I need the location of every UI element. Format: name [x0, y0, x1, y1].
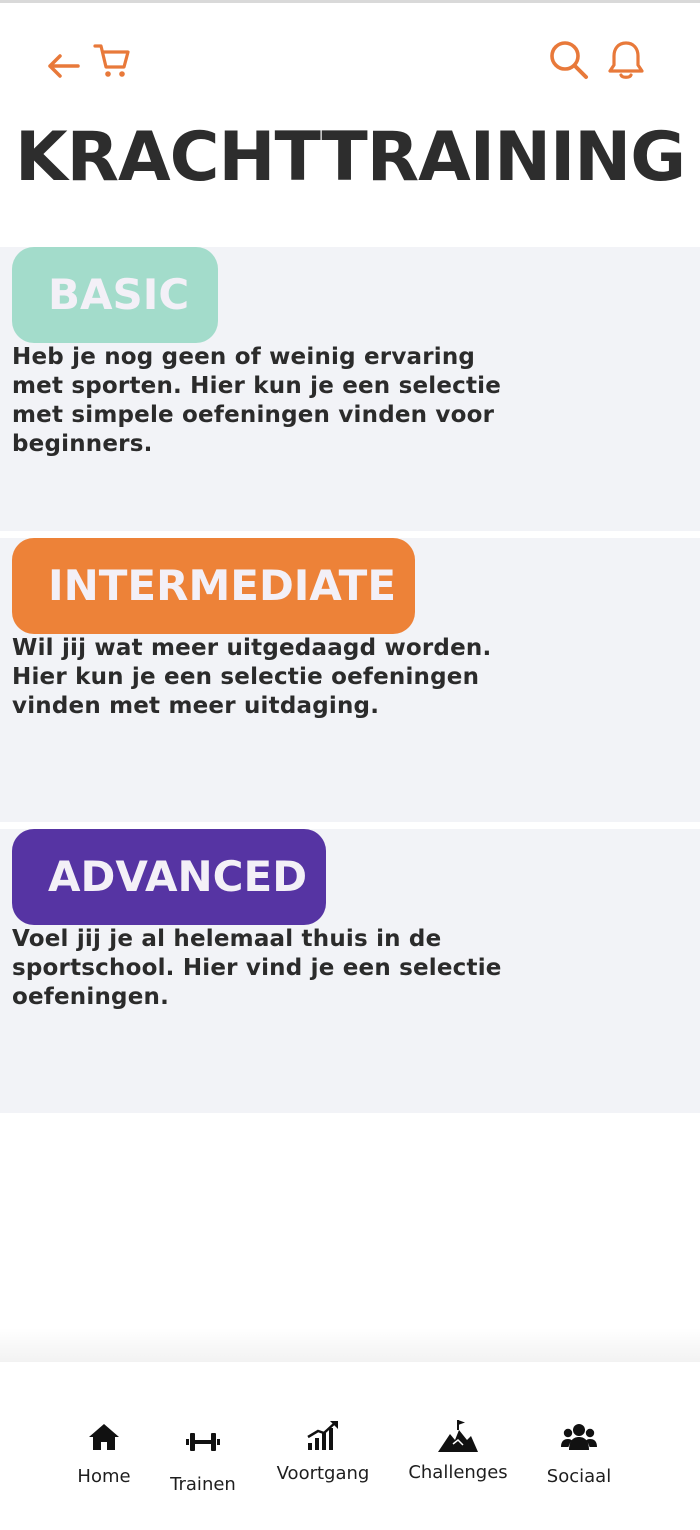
nav-item-trainen[interactable]: Trainen — [164, 1418, 242, 1495]
page-title: KRACHTTRAINING — [14, 118, 686, 197]
dumbbell-icon — [164, 1430, 242, 1466]
bottom-nav: Home Trainen Voortgang Challenges Sociaa… — [0, 1362, 700, 1530]
nav-shadow — [0, 1328, 700, 1362]
level-card-intermediate[interactable]: INTERMEDIATE Wil jij wat meer uitgedaagd… — [0, 538, 700, 822]
search-icon[interactable] — [548, 39, 590, 81]
level-card-basic[interactable]: BASIC Heb je nog geen of weinig ervaring… — [0, 247, 700, 531]
nav-label-home: Home — [77, 1466, 131, 1487]
nav-item-voortgang[interactable]: Voortgang — [270, 1418, 376, 1484]
arrow-left-icon[interactable] — [46, 53, 80, 79]
level-description-intermediate: Wil jij wat meer uitgedaagd worden. Hier… — [12, 635, 492, 719]
nav-label-voortgang: Voortgang — [276, 1463, 370, 1484]
bell-icon[interactable] — [607, 39, 645, 81]
level-card-advanced[interactable]: ADVANCED Voel jij je al helemaal thuis i… — [0, 829, 700, 1113]
level-badge-advanced[interactable]: ADVANCED — [12, 829, 326, 925]
top-bar — [0, 3, 700, 103]
mountain-flag-icon — [404, 1418, 512, 1454]
nav-label-trainen: Trainen — [170, 1474, 236, 1495]
level-badge-basic[interactable]: BASIC — [12, 247, 218, 343]
nav-label-challenges: Challenges — [408, 1462, 508, 1483]
nav-label-sociaal: Sociaal — [546, 1466, 612, 1487]
nav-item-challenges[interactable]: Challenges — [404, 1418, 512, 1483]
level-badge-intermediate[interactable]: INTERMEDIATE — [12, 538, 415, 634]
nav-item-home[interactable]: Home — [74, 1418, 134, 1487]
users-icon — [544, 1422, 614, 1458]
level-description-advanced: Voel jij je al helemaal thuis in de spor… — [12, 926, 502, 1010]
cart-icon[interactable] — [93, 43, 131, 79]
home-icon — [74, 1422, 134, 1458]
level-description-basic: Heb je nog geen of weinig ervaring met s… — [12, 344, 502, 457]
nav-item-sociaal[interactable]: Sociaal — [544, 1418, 614, 1487]
progress-chart-icon — [270, 1419, 376, 1455]
